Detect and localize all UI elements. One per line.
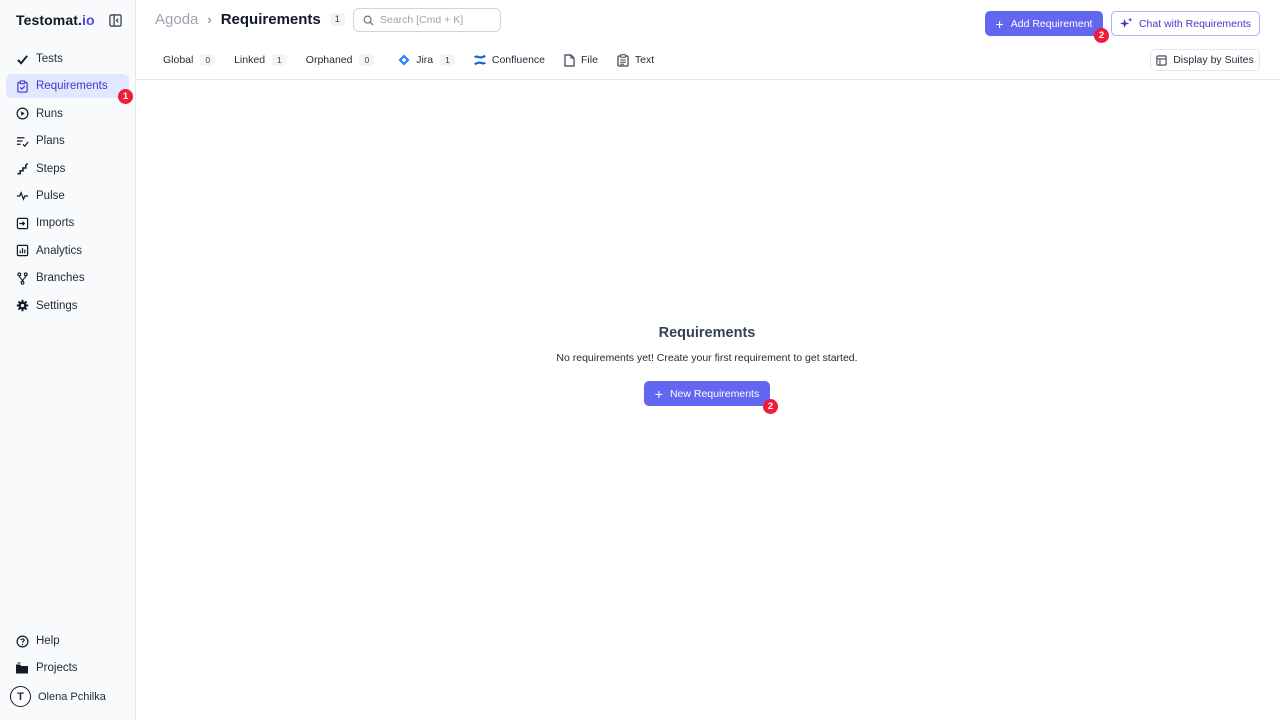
tab-label: Linked <box>234 54 266 66</box>
tab-label: File <box>581 54 598 66</box>
header-divider <box>136 79 1280 80</box>
user-name: Olena Pchilka <box>38 690 106 703</box>
pulse-icon <box>15 189 29 203</box>
branch-icon <box>15 271 29 285</box>
chat-with-requirements-button[interactable]: Chat with Requirements <box>1111 11 1260 36</box>
page-header: Agoda › Requirements 1 Search [Cmd + K] … <box>136 0 1280 43</box>
breadcrumb-project[interactable]: Agoda <box>155 11 198 28</box>
logo-row: Testomat.io <box>16 10 123 30</box>
sidebar-item-tests[interactable]: Tests <box>6 47 129 71</box>
empty-state-title: Requirements <box>658 325 756 341</box>
sidebar-collapse-icon[interactable] <box>107 12 123 28</box>
sidebar-item-label: Settings <box>36 299 78 312</box>
sidebar: Testomat.io Tests Requirements 1 Runs Pl… <box>0 0 136 720</box>
tab-jira[interactable]: Jira 1 <box>398 54 455 66</box>
jira-icon <box>398 54 410 66</box>
user-profile[interactable]: T Olena Pchilka <box>10 686 106 707</box>
sidebar-item-label: Steps <box>36 162 66 175</box>
tab-file[interactable]: File <box>564 53 598 67</box>
tab-global[interactable]: Global 0 <box>163 54 216 66</box>
tab-label: Orphaned <box>305 54 353 66</box>
tab-count: 1 <box>440 54 455 66</box>
sidebar-item-label: Tests <box>36 53 63 65</box>
add-requirement-label: Add Requirement <box>1010 17 1093 30</box>
display-button-label: Display by Suites <box>1173 54 1254 66</box>
sidebar-item-label: Analytics <box>36 244 83 257</box>
notification-badge: 2 <box>1094 28 1109 43</box>
search-input[interactable]: Search [Cmd + K] <box>353 8 501 32</box>
app-logo[interactable]: Testomat.io <box>16 12 95 28</box>
plus-icon: + <box>654 385 663 402</box>
sidebar-item-analytics[interactable]: Analytics <box>6 239 129 263</box>
tab-label: Text <box>634 54 655 66</box>
sidebar-nav: Tests Requirements 1 Runs Plans Steps Pu… <box>6 47 133 321</box>
gear-icon <box>15 299 29 313</box>
breadcrumb: Agoda › Requirements 1 <box>155 11 346 28</box>
tab-text[interactable]: Text <box>617 53 655 67</box>
plus-icon: + <box>995 15 1004 32</box>
sidebar-item-projects[interactable]: Projects <box>6 656 129 680</box>
sidebar-item-label: Imports <box>36 217 75 230</box>
tab-count: 0 <box>200 54 216 66</box>
title-count-badge: 1 <box>329 13 346 26</box>
sidebar-item-label: Help <box>36 635 60 647</box>
sidebar-item-label: Requirements <box>36 80 108 93</box>
search-placeholder: Search [Cmd + K] <box>380 14 464 26</box>
tab-linked[interactable]: Linked 1 <box>234 54 287 66</box>
text-icon <box>617 53 629 67</box>
tab-confluence[interactable]: Confluence <box>473 54 545 66</box>
check-icon <box>15 52 29 66</box>
logo-suffix: io <box>82 12 95 28</box>
tab-label: Global <box>163 54 194 66</box>
sidebar-item-label: Branches <box>36 272 85 285</box>
sidebar-item-label: Runs <box>36 107 63 120</box>
suites-icon <box>1156 54 1167 66</box>
sidebar-bottom-nav: Help Projects <box>6 629 129 684</box>
sidebar-item-settings[interactable]: Settings <box>6 294 129 318</box>
steps-icon <box>15 162 29 176</box>
avatar: T <box>10 686 31 707</box>
tab-orphaned[interactable]: Orphaned 0 <box>305 54 375 66</box>
new-requirements-label: New Requirements <box>669 387 760 400</box>
analytics-icon <box>15 244 29 258</box>
page-title: Requirements <box>220 11 321 28</box>
sidebar-item-help[interactable]: Help <box>6 629 129 653</box>
sidebar-item-imports[interactable]: Imports <box>6 211 129 235</box>
sidebar-item-requirements[interactable]: Requirements 1 <box>6 74 133 105</box>
tab-count: 1 <box>272 54 287 66</box>
sparkle-icon <box>1119 17 1133 30</box>
display-by-suites-button[interactable]: Display by Suites <box>1150 49 1260 71</box>
sidebar-item-plans[interactable]: Plans <box>6 129 129 153</box>
new-requirements-button[interactable]: + New Requirements 2 <box>644 381 778 414</box>
sidebar-item-label: Plans <box>36 135 65 148</box>
sidebar-item-label: Pulse <box>36 189 65 202</box>
folder-icon <box>15 661 29 675</box>
clipboard-icon <box>15 79 29 93</box>
requirements-tabs: Global 0 Linked 1 Orphaned 0 Jira 1 Conf… <box>163 51 673 69</box>
sidebar-item-label: Projects <box>36 662 78 675</box>
tab-label: Confluence <box>491 54 545 66</box>
sidebar-item-branches[interactable]: Branches <box>6 266 129 290</box>
add-requirement-button[interactable]: + Add Requirement 2 <box>985 11 1109 43</box>
notification-badge: 2 <box>763 399 778 414</box>
file-icon <box>564 53 575 67</box>
breadcrumb-separator: › <box>207 12 212 27</box>
empty-state-message: No requirements yet! Create your first r… <box>556 352 858 364</box>
logo-text: Testomat. <box>16 12 82 28</box>
sidebar-item-pulse[interactable]: Pulse <box>6 184 129 208</box>
sidebar-item-steps[interactable]: Steps <box>6 157 129 181</box>
confluence-icon <box>473 54 486 66</box>
import-icon <box>15 216 29 230</box>
help-icon <box>15 634 29 648</box>
search-icon <box>363 15 374 26</box>
play-circle-icon <box>15 107 29 121</box>
plans-icon <box>15 134 29 148</box>
tab-count: 0 <box>359 54 375 66</box>
chat-button-label: Chat with Requirements <box>1138 17 1252 30</box>
tab-label: Jira <box>416 54 434 66</box>
sidebar-item-runs[interactable]: Runs <box>6 102 129 126</box>
